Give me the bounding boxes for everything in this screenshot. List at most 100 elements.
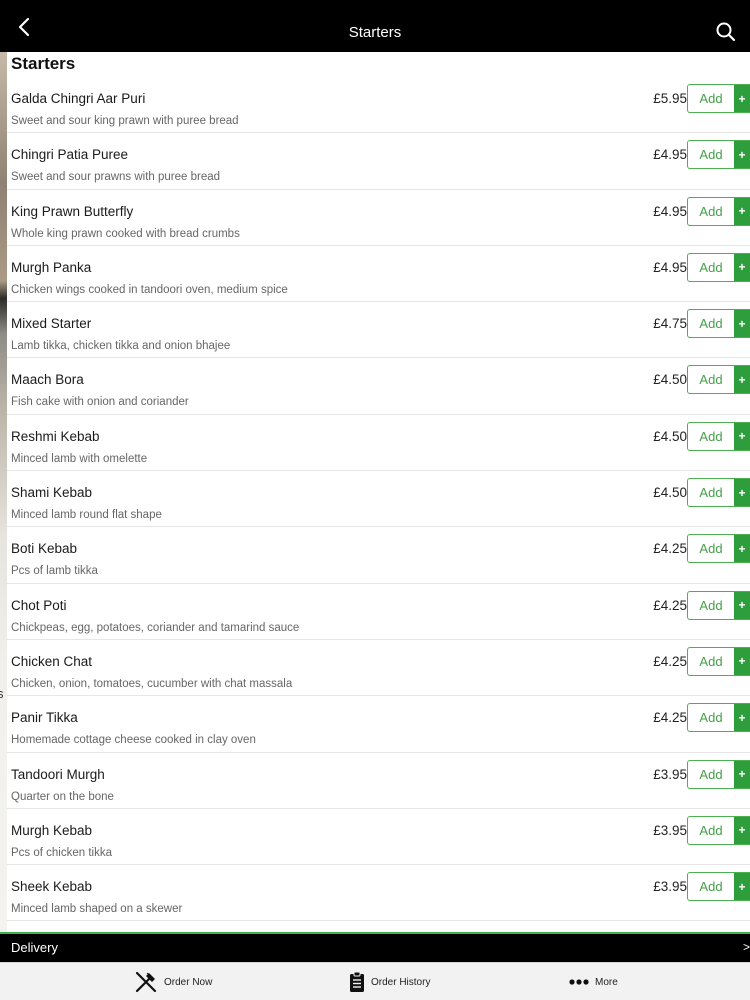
item-name: Chicken Chat [11, 653, 93, 669]
menu-item[interactable]: Mixed Starter Lamb tikka, chicken tikka a… [7, 302, 750, 359]
item-description: Quarter on the bone [11, 790, 114, 803]
menu-item[interactable]: Reshmi Kebab Minced lamb with omelette £4.… [7, 415, 750, 472]
item-price: £5.95 [653, 91, 687, 106]
add-button[interactable]: Add + [687, 759, 750, 789]
menu-item[interactable]: Murgh Panka Chicken wings cooked in tando… [7, 246, 750, 303]
item-price: £4.50 [653, 428, 687, 444]
item-description: Fish cake with onion and coriander [11, 396, 189, 409]
menu-item[interactable]: Chingri Patia Puree Sweet and sour prawns… [7, 133, 750, 190]
menu-item[interactable]: Boti Kebab Pcs of lamb tikka £4.25 Add + [7, 527, 750, 584]
tab-more[interactable]: More [569, 963, 618, 1000]
item-price: £4.75 [653, 316, 687, 332]
clipboard-icon [350, 971, 364, 992]
add-button-label: Add [699, 428, 723, 444]
background-text-fragment: s [0, 686, 4, 701]
item-name: Murgh Kebab [11, 822, 93, 838]
item-name: Mixed Starter [11, 316, 92, 332]
plus-icon: + [734, 310, 750, 338]
add-button-label: Add [699, 541, 723, 557]
plus-icon: + [734, 647, 750, 675]
menu-panel: Starters Galda Chingri Aar Puri Sweet and… [7, 52, 750, 932]
menu-item[interactable]: Chicken Chat Chicken, onion, tomatoes, cu… [7, 640, 750, 697]
item-description: Lamb tikka, chicken tikka and onion bhaj… [11, 340, 231, 353]
add-button[interactable]: Add + [687, 140, 750, 170]
fork-knife-icon [135, 971, 157, 993]
item-description: Pcs of chicken tikka [11, 846, 112, 859]
item-name: Galda Chingri Aar Puri [11, 91, 146, 106]
menu-item[interactable]: Shami Kebab Minced lamb round flat shape £… [7, 471, 750, 528]
item-price: £4.95 [653, 147, 687, 163]
item-description: Sweet and sour prawns with puree bread [11, 171, 221, 184]
menu-item[interactable]: Murgh Kebab Pcs of chicken tikka £3.95 Add + [7, 809, 750, 866]
add-button-label: Add [699, 147, 723, 163]
plus-icon: + [734, 760, 750, 788]
section-title: Starters [11, 54, 76, 73]
item-price: £4.25 [653, 710, 687, 726]
add-button-label: Add [699, 710, 723, 726]
add-button[interactable]: Add + [687, 478, 750, 508]
add-button[interactable]: Add + [687, 815, 750, 845]
add-button[interactable]: Add + [687, 421, 750, 451]
search-icon[interactable] [714, 20, 738, 44]
tab-order-now[interactable]: Order Now [134, 963, 212, 1000]
add-button-label: Add [699, 653, 723, 669]
item-price: £3.95 [653, 822, 687, 838]
add-button-label: Add [699, 597, 723, 613]
add-button[interactable]: Add + [687, 196, 750, 226]
plus-icon: + [734, 816, 750, 844]
menu-item[interactable]: Galda Chingri Aar Puri Sweet and sour kin… [7, 77, 750, 134]
menu-item[interactable]: Sheek Kebab Minced lamb shaped on a skewe… [7, 865, 750, 922]
add-button[interactable]: Add + [687, 534, 750, 564]
page-title: Starters [348, 24, 402, 41]
item-name: Murgh Panka [11, 259, 92, 275]
add-button[interactable]: Add + [687, 365, 750, 395]
top-bar: Starters [0, 0, 750, 52]
menu-list: Galda Chingri Aar Puri Sweet and sour kin… [7, 77, 750, 922]
more-dots-icon [569, 979, 589, 985]
item-description: Minced lamb shaped on a skewer [11, 903, 183, 916]
add-button-label: Add [699, 259, 723, 275]
add-button[interactable]: Add + [687, 872, 750, 902]
menu-item[interactable]: Panir Tikka Homemade cottage cheese cooke… [7, 696, 750, 753]
item-price: £4.25 [653, 541, 687, 557]
item-name: King Prawn Butterfly [11, 203, 134, 219]
menu-item[interactable]: Chot Poti Chickpeas, egg, potatoes, coria… [7, 584, 750, 640]
item-description: Minced lamb round flat shape [11, 509, 162, 522]
add-button[interactable]: Add + [687, 646, 750, 676]
tab-order-history-label: Order History [371, 976, 431, 988]
add-button-label: Add [699, 316, 723, 332]
item-price: £4.50 [653, 372, 687, 388]
item-name: Maach Bora [11, 372, 84, 388]
plus-icon: + [734, 704, 750, 732]
item-name: Tandoori Murgh [11, 766, 105, 782]
tab-more-label: More [595, 976, 618, 988]
tab-bar: Order Now Order History More [0, 962, 750, 1000]
add-button-label: Add [699, 766, 723, 782]
add-button-label: Add [699, 822, 723, 838]
add-button[interactable]: Add + [687, 703, 750, 733]
item-description: Minced lamb with omelette [11, 452, 148, 465]
plus-icon: + [734, 141, 750, 169]
delivery-bar[interactable]: Delivery > [0, 932, 750, 962]
add-button-label: Add [699, 372, 723, 388]
add-button[interactable]: Add + [687, 252, 750, 282]
plus-icon: + [734, 479, 750, 507]
item-description: Sweet and sour king prawn with puree bre… [11, 115, 239, 127]
item-description: Whole king prawn cooked with bread crumb… [11, 227, 240, 240]
menu-item[interactable]: King Prawn Butterfly Whole king prawn coo… [7, 190, 750, 246]
add-button[interactable]: Add + [687, 309, 750, 339]
item-price: £3.95 [653, 879, 687, 895]
item-price: £4.95 [653, 203, 687, 219]
plus-icon: + [734, 873, 750, 901]
item-name: Panir Tikka [11, 710, 78, 726]
item-name: Boti Kebab [11, 541, 78, 557]
tab-order-history[interactable]: Order History [349, 963, 430, 1000]
add-button[interactable]: Add + [687, 590, 750, 620]
item-name: Sheek Kebab [11, 879, 93, 895]
plus-icon: + [734, 85, 750, 112]
item-description: Chicken, onion, tomatoes, cucumber with … [11, 677, 293, 690]
menu-item[interactable]: Maach Bora Fish cake with onion and coria… [7, 358, 750, 415]
menu-item[interactable]: Tandoori Murgh Quarter on the bone £3.95 Ad… [7, 753, 750, 809]
add-button[interactable]: Add + [687, 84, 750, 113]
add-button-label: Add [699, 879, 723, 895]
